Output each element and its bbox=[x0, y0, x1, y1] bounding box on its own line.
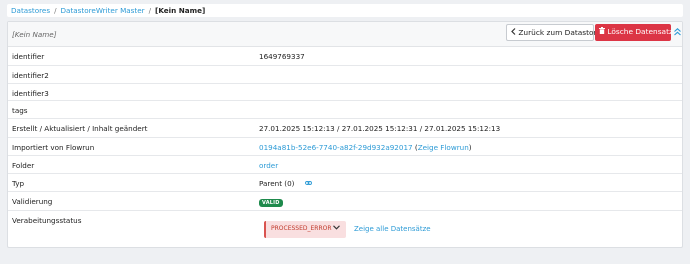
row-verarbeitungsstatus: Verabeitungsstatus PROCESSED_ERROR Zeige… bbox=[8, 211, 682, 247]
chevron-down-icon bbox=[333, 224, 340, 232]
validation-badge: VALID bbox=[259, 199, 283, 207]
show-all-records-link[interactable]: Zeige alle Datensätze bbox=[354, 225, 431, 233]
delete-record-button[interactable]: Lösche Datensatz bbox=[595, 24, 673, 41]
flowrun-id-link[interactable]: 0194a81b-52e6-7740-a82f-29d932a92017 bbox=[259, 143, 413, 152]
field-value: 27.01.2025 15:12:13 / 27.01.2025 15:12:3… bbox=[259, 124, 501, 133]
row-typ: Typ Parent (0) bbox=[8, 174, 682, 192]
card-header: [Kein Name] Zurück zum Datastore Lösche … bbox=[8, 22, 682, 47]
breadcrumb-separator: / bbox=[148, 6, 152, 15]
delete-button-label: Lösche Datensatz bbox=[607, 27, 673, 36]
field-value: 1649769337 bbox=[259, 52, 305, 61]
field-label: identifier2 bbox=[12, 71, 49, 80]
breadcrumb-current: [Kein Name] bbox=[155, 6, 206, 15]
field-label: Folder bbox=[12, 161, 35, 170]
row-identifier: identifier 1649769337 bbox=[8, 47, 682, 66]
field-value: VALID bbox=[259, 197, 283, 207]
trash-icon bbox=[599, 27, 605, 36]
row-identifier2: identifier2 bbox=[8, 66, 682, 84]
type-value: Parent (0) bbox=[259, 179, 295, 188]
row-identifier3: identifier3 bbox=[8, 84, 682, 101]
record-card: [Kein Name] Zurück zum Datastore Lösche … bbox=[7, 21, 683, 248]
field-label: identifier3 bbox=[12, 89, 49, 98]
field-label: identifier bbox=[12, 52, 45, 61]
show-flowrun-link[interactable]: Zeige Flowrun bbox=[418, 143, 469, 152]
back-to-datastore-button[interactable]: Zurück zum Datastore bbox=[506, 24, 601, 41]
link-icon[interactable] bbox=[304, 179, 312, 188]
field-value: Parent (0) bbox=[259, 179, 312, 188]
row-timestamps: Erstellt / Aktualisiert / Inhalt geänder… bbox=[8, 119, 682, 138]
field-label: Verabeitungsstatus bbox=[12, 216, 82, 225]
field-value: order bbox=[259, 161, 278, 170]
collapse-button[interactable] bbox=[673, 28, 682, 38]
double-chevron-up-icon bbox=[674, 28, 681, 39]
folder-link[interactable]: order bbox=[259, 161, 278, 170]
chevron-left-icon bbox=[511, 28, 516, 37]
field-label: Erstellt / Aktualisiert / Inhalt geänder… bbox=[12, 124, 148, 133]
row-folder: Folder order bbox=[8, 156, 682, 174]
record-title: [Kein Name] bbox=[12, 30, 57, 39]
breadcrumb: Datastores / DatastoreWriter Master / [Kein … bbox=[7, 4, 683, 17]
status-value: PROCESSED_ERROR bbox=[271, 225, 332, 232]
field-label: tags bbox=[12, 106, 28, 115]
field-value: 0194a81b-52e6-7740-a82f-29d932a92017 (Ze… bbox=[259, 143, 472, 152]
row-tags: tags bbox=[8, 101, 682, 119]
row-validierung: Validierung VALID bbox=[8, 192, 682, 211]
back-button-label: Zurück zum Datastore bbox=[518, 28, 601, 37]
row-flowrun: Importiert von Flowrun 0194a81b-52e6-774… bbox=[8, 138, 682, 156]
breadcrumb-separator: / bbox=[54, 6, 57, 15]
processing-status-select[interactable]: PROCESSED_ERROR bbox=[264, 221, 346, 238]
field-label: Typ bbox=[12, 179, 25, 188]
breadcrumb-item-datastorewriter[interactable]: DatastoreWriter Master bbox=[61, 6, 145, 15]
field-label: Validierung bbox=[12, 197, 53, 206]
breadcrumb-item-datastores[interactable]: Datastores bbox=[11, 6, 50, 15]
field-label: Importiert von Flowrun bbox=[12, 143, 95, 152]
